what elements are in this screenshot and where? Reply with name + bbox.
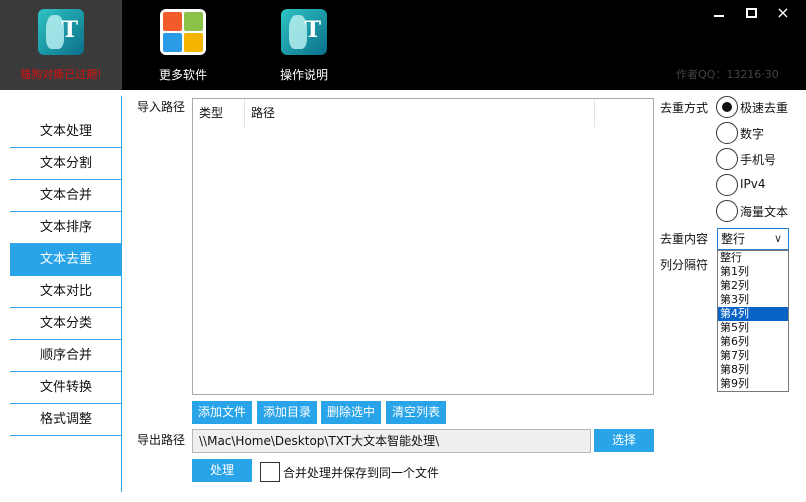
close-icon: × xyxy=(776,3,790,22)
dropdown-option[interactable]: 第9列 xyxy=(718,377,788,391)
book-app-icon xyxy=(38,9,84,55)
sidebar-item-text-dedupe[interactable]: 文本去重 xyxy=(10,244,122,276)
radio-massive-text-label: 海量文本 xyxy=(740,205,789,219)
sidebar-item-format-adjust[interactable]: 格式调整 xyxy=(10,404,122,436)
choose-path-button[interactable]: 选择 xyxy=(594,429,654,452)
merge-output-label: 合并处理并保存到同一个文件 xyxy=(283,466,440,480)
close-button[interactable]: × xyxy=(772,4,794,22)
sidebar-item-file-convert[interactable]: 文件转换 xyxy=(10,372,122,404)
title-bar: 猫狗对撕已过期! 更多软件 操作说明 × 作者QQ：13216·30 xyxy=(0,0,806,90)
dropdown-option[interactable]: 第2列 xyxy=(718,279,788,293)
radio-fast-dedupe-label: 极速去重 xyxy=(740,101,789,115)
delete-selected-button[interactable]: 删除选中 xyxy=(321,401,381,424)
sidebar-item-sequential-merge[interactable]: 顺序合并 xyxy=(10,340,122,372)
chevron-down-icon: ∨ xyxy=(773,232,782,245)
minimize-icon xyxy=(714,15,724,17)
license-expired-button[interactable]: 猫狗对撕已过期! xyxy=(0,0,122,90)
sidebar-item-text-classify[interactable]: 文本分类 xyxy=(10,308,122,340)
instructions-label: 操作说明 xyxy=(279,68,328,82)
sidebar-item-text-compare[interactable]: 文本对比 xyxy=(10,276,122,308)
dedupe-content-value: 整行 xyxy=(721,232,746,246)
maximize-icon xyxy=(745,8,757,18)
more-software-label: 更多软件 xyxy=(158,68,207,82)
radio-phone[interactable] xyxy=(716,148,738,170)
add-directory-button[interactable]: 添加目录 xyxy=(257,401,317,424)
tiles-app-icon xyxy=(160,9,206,55)
book-app-icon xyxy=(281,9,327,55)
dropdown-option[interactable]: 第6列 xyxy=(718,335,788,349)
column-header-type[interactable]: 类型 xyxy=(193,99,245,127)
column-header-path[interactable]: 路径 xyxy=(245,99,595,127)
dropdown-option-highlighted[interactable]: 第4列 xyxy=(718,307,788,321)
dropdown-option[interactable]: 第1列 xyxy=(718,265,788,279)
more-software-button[interactable]: 更多软件 xyxy=(122,0,244,90)
radio-phone-label: 手机号 xyxy=(740,153,777,167)
radio-ipv4-label: IPv4 xyxy=(740,177,766,191)
file-list[interactable]: 类型 路径 xyxy=(192,98,654,395)
dropdown-option[interactable]: 第7列 xyxy=(718,349,788,363)
dedupe-content-select[interactable]: 整行 ∨ xyxy=(717,228,789,250)
import-path-label: 导入路径 xyxy=(137,100,186,114)
process-button[interactable]: 处理 xyxy=(192,459,252,482)
dropdown-option[interactable]: 第5列 xyxy=(718,321,788,335)
dedupe-method-label: 去重方式 xyxy=(660,101,709,115)
sidebar-item-text-sort[interactable]: 文本排序 xyxy=(10,212,122,244)
clear-list-button[interactable]: 清空列表 xyxy=(386,401,446,424)
export-path-label: 导出路径 xyxy=(137,433,186,447)
radio-fast-dedupe[interactable] xyxy=(716,96,738,118)
merge-output-checkbox[interactable] xyxy=(260,462,280,482)
dedupe-content-dropdown: 整行 第1列 第2列 第3列 第4列 第5列 第6列 第7列 第8列 第9列 xyxy=(717,250,789,392)
radio-number-label: 数字 xyxy=(740,127,765,141)
dropdown-option[interactable]: 第3列 xyxy=(718,293,788,307)
sidebar-divider xyxy=(121,96,122,492)
sidebar-item-text-merge[interactable]: 文本合并 xyxy=(10,180,122,212)
author-qq-text: 作者QQ：13216·30 xyxy=(676,68,779,81)
maximize-button[interactable] xyxy=(740,4,762,23)
sidebar-item-text-split[interactable]: 文本分割 xyxy=(10,148,122,180)
radio-ipv4[interactable] xyxy=(716,174,738,196)
sidebar-item-text-processing[interactable]: 文本处理 xyxy=(10,116,122,148)
sidebar-nav: 文本处理 文本分割 文本合并 文本排序 文本去重 文本对比 文本分类 顺序合并 … xyxy=(10,116,122,436)
radio-number[interactable] xyxy=(716,122,738,144)
column-separator-label: 列分隔符 xyxy=(660,258,709,272)
license-status-label: 猫狗对撕已过期! xyxy=(20,68,102,81)
dedupe-content-label: 去重内容 xyxy=(660,232,709,246)
add-file-button[interactable]: 添加文件 xyxy=(192,401,252,424)
instructions-button[interactable]: 操作说明 xyxy=(244,0,364,90)
dropdown-option[interactable]: 整行 xyxy=(718,251,788,265)
minimize-button[interactable] xyxy=(708,4,730,22)
radio-massive-text[interactable] xyxy=(716,200,738,222)
export-path-input[interactable]: \\Mac\Home\Desktop\TXT大文本智能处理\ xyxy=(192,429,591,453)
dropdown-option[interactable]: 第8列 xyxy=(718,363,788,377)
